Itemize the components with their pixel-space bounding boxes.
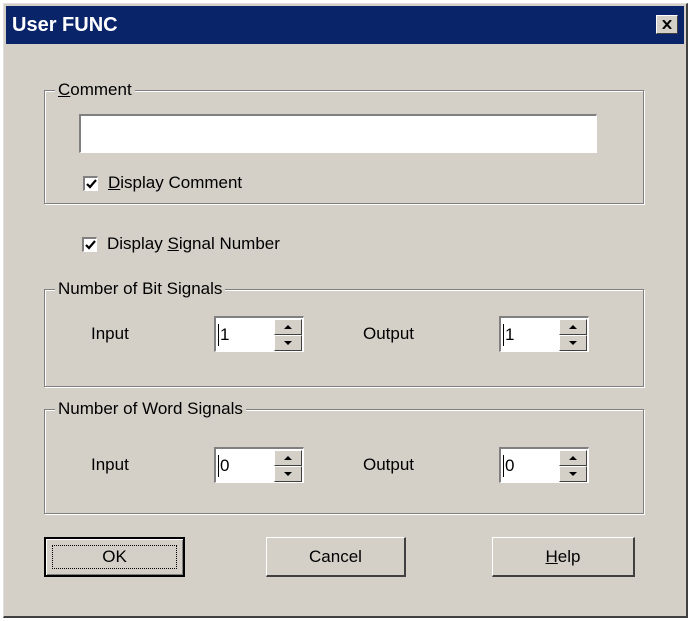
title-bar[interactable]: User FUNC [6, 6, 684, 44]
comment-group: Comment Display Comment [44, 79, 644, 204]
word-signals-group-label: Number of Word Signals [55, 398, 246, 420]
arrow-up-icon [284, 325, 292, 329]
help-button-label: Help [545, 546, 581, 566]
bit-input-increment-button[interactable] [274, 319, 302, 335]
arrow-down-icon [284, 341, 292, 345]
bit-input-spin-buttons [274, 319, 302, 351]
word-input-decrement-button[interactable] [274, 466, 302, 482]
close-icon [662, 20, 672, 29]
bit-signals-group-label: Number of Bit Signals [55, 278, 226, 300]
checkmark-icon [85, 178, 97, 189]
comment-group-label: Comment [55, 79, 135, 101]
help-button[interactable]: Help [492, 537, 635, 577]
word-input-value[interactable]: 0 [218, 455, 229, 477]
display-signal-number-checkbox[interactable] [82, 236, 97, 252]
word-signals-group: Number of Word Signals Input 0 Output 0 [44, 398, 644, 514]
user-func-dialog: User FUNC Comment Display Comment Displa… [3, 3, 688, 618]
word-input-spin-buttons [274, 450, 302, 482]
word-output-decrement-button[interactable] [559, 466, 587, 482]
bit-output-increment-button[interactable] [559, 319, 587, 335]
ok-button[interactable]: OK [44, 537, 185, 577]
word-output-spinner[interactable]: 0 [499, 447, 589, 483]
comment-input[interactable] [79, 114, 597, 153]
bit-output-label: Output [363, 324, 415, 343]
close-button[interactable] [656, 15, 678, 34]
bit-input-label: Input [91, 324, 129, 343]
cancel-button[interactable]: Cancel [266, 537, 406, 577]
display-comment-checkbox[interactable] [83, 175, 98, 191]
cancel-button-label: Cancel [309, 546, 362, 566]
bit-input-value[interactable]: 1 [218, 324, 229, 346]
bit-input-decrement-button[interactable] [274, 335, 302, 351]
bit-output-spin-buttons [559, 319, 587, 351]
word-input-increment-button[interactable] [274, 450, 302, 466]
word-output-increment-button[interactable] [559, 450, 587, 466]
display-signal-number-checkbox-row[interactable]: Display Signal Number [82, 234, 280, 254]
arrow-down-icon [569, 472, 577, 476]
display-comment-label: Display Comment [108, 173, 243, 192]
bit-signals-group: Number of Bit Signals Input 1 Output 1 [44, 278, 644, 387]
bit-output-decrement-button[interactable] [559, 335, 587, 351]
bit-output-spinner[interactable]: 1 [499, 316, 589, 352]
dialog-title: User FUNC [12, 14, 118, 36]
display-comment-checkbox-row[interactable]: Display Comment [83, 173, 242, 193]
word-output-value[interactable]: 0 [503, 455, 514, 477]
word-input-label: Input [91, 455, 129, 474]
arrow-up-icon [284, 456, 292, 460]
bit-output-value[interactable]: 1 [503, 324, 514, 346]
arrow-up-icon [569, 325, 577, 329]
arrow-down-icon [569, 341, 577, 345]
display-signal-number-label: Display Signal Number [107, 234, 280, 253]
word-output-label: Output [363, 455, 415, 474]
bit-input-spinner[interactable]: 1 [214, 316, 304, 352]
comment-field[interactable] [81, 116, 596, 152]
arrow-up-icon [569, 456, 577, 460]
arrow-down-icon [284, 472, 292, 476]
focus-rectangle [52, 545, 177, 569]
word-input-spinner[interactable]: 0 [214, 447, 304, 483]
word-output-spin-buttons [559, 450, 587, 482]
checkmark-icon [84, 239, 96, 250]
